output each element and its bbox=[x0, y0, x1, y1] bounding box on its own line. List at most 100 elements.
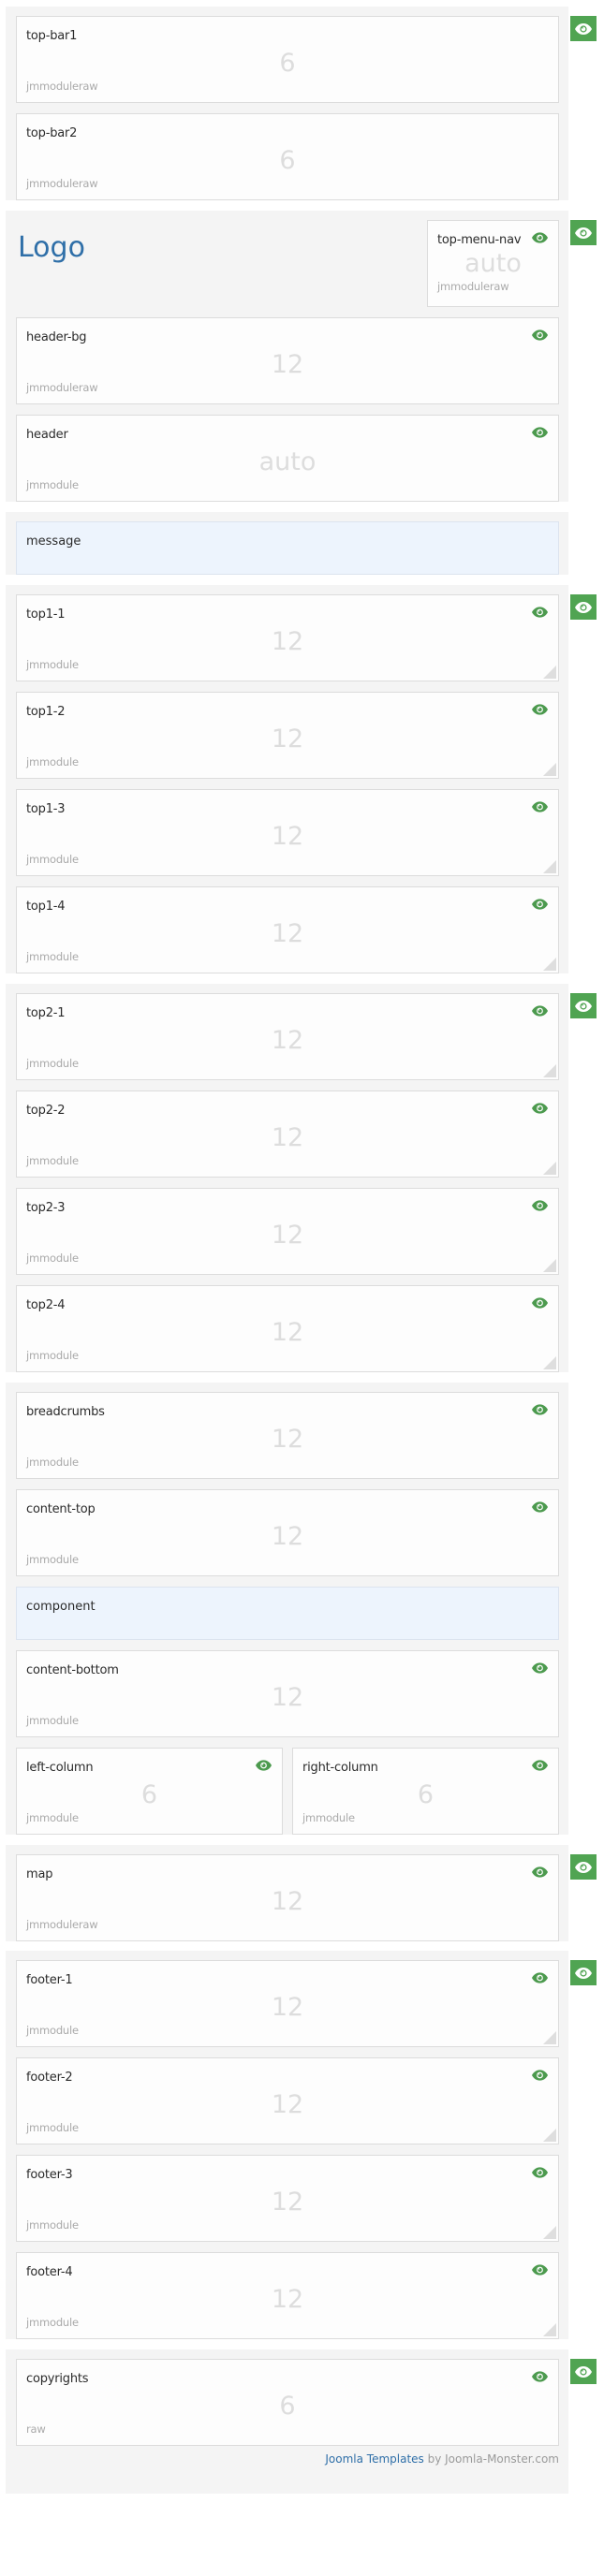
section-visibility-toggle[interactable] bbox=[570, 220, 597, 245]
position-name: top-bar2 bbox=[26, 126, 78, 140]
resize-handle-icon[interactable] bbox=[543, 958, 556, 971]
resize-handle-icon[interactable] bbox=[543, 860, 556, 873]
section-visibility-toggle[interactable] bbox=[570, 993, 597, 1018]
module-position-card[interactable]: content-bottom 12 jmmodule bbox=[16, 1650, 559, 1737]
eye-icon[interactable] bbox=[532, 329, 548, 341]
position-name: top1-3 bbox=[26, 802, 66, 816]
position-width: 12 bbox=[271, 2188, 304, 2217]
section-topbar: top-bar1 6 jmmoduleraw top-bar2 6 jmmodu… bbox=[6, 7, 597, 200]
eye-icon[interactable] bbox=[532, 1404, 548, 1415]
position-width: 12 bbox=[271, 1887, 304, 1916]
resize-handle-icon[interactable] bbox=[543, 1356, 556, 1369]
module-position-card[interactable]: top2-4 12 jmmodule bbox=[16, 1285, 559, 1372]
eye-icon[interactable] bbox=[256, 1760, 272, 1771]
eye-icon[interactable] bbox=[532, 1297, 548, 1309]
position-chrome: jmmodule bbox=[26, 1456, 79, 1469]
position-chrome: jmmodule bbox=[26, 1811, 79, 1824]
eye-icon bbox=[575, 227, 592, 239]
module-position-card[interactable]: content-top 12 jmmodule bbox=[16, 1489, 559, 1576]
eye-icon[interactable] bbox=[532, 1005, 548, 1017]
eye-icon[interactable] bbox=[532, 1972, 548, 1983]
position-chrome: jmmodule bbox=[26, 1349, 79, 1362]
eye-icon[interactable] bbox=[532, 1501, 548, 1513]
eye-icon[interactable] bbox=[532, 899, 548, 910]
module-position-card[interactable]: breadcrumbs 12 jmmodule bbox=[16, 1392, 559, 1479]
eye-icon[interactable] bbox=[532, 427, 548, 438]
position-width: 6 bbox=[279, 49, 296, 78]
eye-icon[interactable] bbox=[532, 2167, 548, 2178]
position-chrome: raw bbox=[26, 2422, 46, 2436]
position-width: 12 bbox=[271, 1425, 304, 1454]
module-position-card[interactable]: top1-4 12 jmmodule bbox=[16, 886, 559, 973]
section-visibility-toggle[interactable] bbox=[570, 1960, 597, 1985]
position-width: auto bbox=[464, 249, 522, 278]
module-position-card[interactable]: top2-3 12 jmmodule bbox=[16, 1188, 559, 1275]
position-width: 12 bbox=[271, 1123, 304, 1152]
logo: Logo bbox=[18, 231, 85, 264]
eye-icon[interactable] bbox=[532, 1200, 548, 1211]
resize-handle-icon[interactable] bbox=[543, 1259, 556, 1272]
resize-handle-icon[interactable] bbox=[543, 2129, 556, 2142]
eye-icon[interactable] bbox=[532, 232, 548, 243]
module-position-card[interactable]: map 12 jmmoduleraw bbox=[16, 1854, 559, 1941]
section-map: map 12 jmmoduleraw bbox=[6, 1845, 597, 1941]
module-position-card[interactable]: header auto jmmodule bbox=[16, 415, 559, 502]
eye-icon[interactable] bbox=[532, 1103, 548, 1114]
eye-icon[interactable] bbox=[532, 801, 548, 812]
eye-icon[interactable] bbox=[532, 1760, 548, 1771]
position-width: 12 bbox=[271, 822, 304, 851]
module-position-card[interactable]: left-column 6 jmmodule bbox=[16, 1748, 283, 1835]
position-name: header-bg bbox=[26, 330, 87, 344]
section-visibility-toggle[interactable] bbox=[570, 2359, 597, 2384]
module-position-card[interactable]: top1-2 12 jmmodule bbox=[16, 692, 559, 779]
position-width: 12 bbox=[271, 2090, 304, 2119]
eye-icon[interactable] bbox=[532, 2264, 548, 2276]
module-position-card[interactable]: footer-2 12 jmmodule bbox=[16, 2057, 559, 2144]
position-name: footer-4 bbox=[26, 2265, 73, 2279]
section-visibility-toggle[interactable] bbox=[570, 594, 597, 620]
position-width: 12 bbox=[271, 919, 304, 948]
resize-handle-icon[interactable] bbox=[543, 666, 556, 679]
module-position-card[interactable]: footer-4 12 jmmodule bbox=[16, 2252, 559, 2339]
eye-icon bbox=[575, 1968, 592, 1979]
position-chrome: jmmodule bbox=[26, 2316, 79, 2329]
resize-handle-icon[interactable] bbox=[543, 1064, 556, 1077]
position-chrome: jmmodule bbox=[302, 1811, 355, 1824]
position-name: top-bar1 bbox=[26, 29, 78, 43]
eye-icon[interactable] bbox=[532, 2070, 548, 2081]
module-position-card[interactable]: top-bar1 6 jmmoduleraw bbox=[16, 16, 559, 103]
resize-handle-icon[interactable] bbox=[543, 1162, 556, 1175]
eye-icon[interactable] bbox=[532, 1662, 548, 1674]
position-name: top2-2 bbox=[26, 1104, 66, 1118]
position-chrome: jmmodule bbox=[26, 1057, 79, 1070]
section-visibility-toggle[interactable] bbox=[570, 16, 597, 41]
module-position-card[interactable]: top2-1 12 jmmodule bbox=[16, 993, 559, 1080]
module-position-card[interactable]: top-menu-nav auto jmmoduleraw bbox=[427, 220, 559, 307]
position-width: 12 bbox=[271, 350, 304, 379]
module-position-card[interactable]: top-bar2 6 jmmoduleraw bbox=[16, 113, 559, 200]
module-position-card[interactable]: copyrights 6 raw bbox=[16, 2359, 559, 2446]
eye-icon bbox=[575, 23, 592, 35]
module-position-card[interactable]: right-column 6 jmmodule bbox=[292, 1748, 559, 1835]
module-position-card[interactable]: top1-1 12 jmmodule bbox=[16, 594, 559, 681]
resize-handle-icon[interactable] bbox=[543, 2323, 556, 2336]
position-chrome: jmmoduleraw bbox=[437, 280, 509, 293]
resize-handle-icon[interactable] bbox=[543, 2226, 556, 2239]
eye-icon[interactable] bbox=[532, 2371, 548, 2382]
joomla-templates-link[interactable]: Joomla Templates bbox=[325, 2452, 423, 2466]
position-width: 6 bbox=[279, 2392, 296, 2421]
eye-icon[interactable] bbox=[532, 704, 548, 715]
section-visibility-toggle[interactable] bbox=[570, 1854, 597, 1880]
eye-icon[interactable] bbox=[532, 607, 548, 618]
module-position-card[interactable]: footer-1 12 jmmodule bbox=[16, 1960, 559, 2047]
position-name: header bbox=[26, 428, 68, 442]
module-position-card[interactable]: footer-3 12 jmmodule bbox=[16, 2155, 559, 2242]
module-position-card[interactable]: top1-3 12 jmmodule bbox=[16, 789, 559, 876]
position-chrome: jmmoduleraw bbox=[26, 80, 98, 93]
position-chrome: jmmodule bbox=[26, 2218, 79, 2232]
resize-handle-icon[interactable] bbox=[543, 2031, 556, 2044]
module-position-card[interactable]: header-bg 12 jmmoduleraw bbox=[16, 317, 559, 404]
module-position-card[interactable]: top2-2 12 jmmodule bbox=[16, 1090, 559, 1178]
eye-icon[interactable] bbox=[532, 1866, 548, 1878]
resize-handle-icon[interactable] bbox=[543, 763, 556, 776]
